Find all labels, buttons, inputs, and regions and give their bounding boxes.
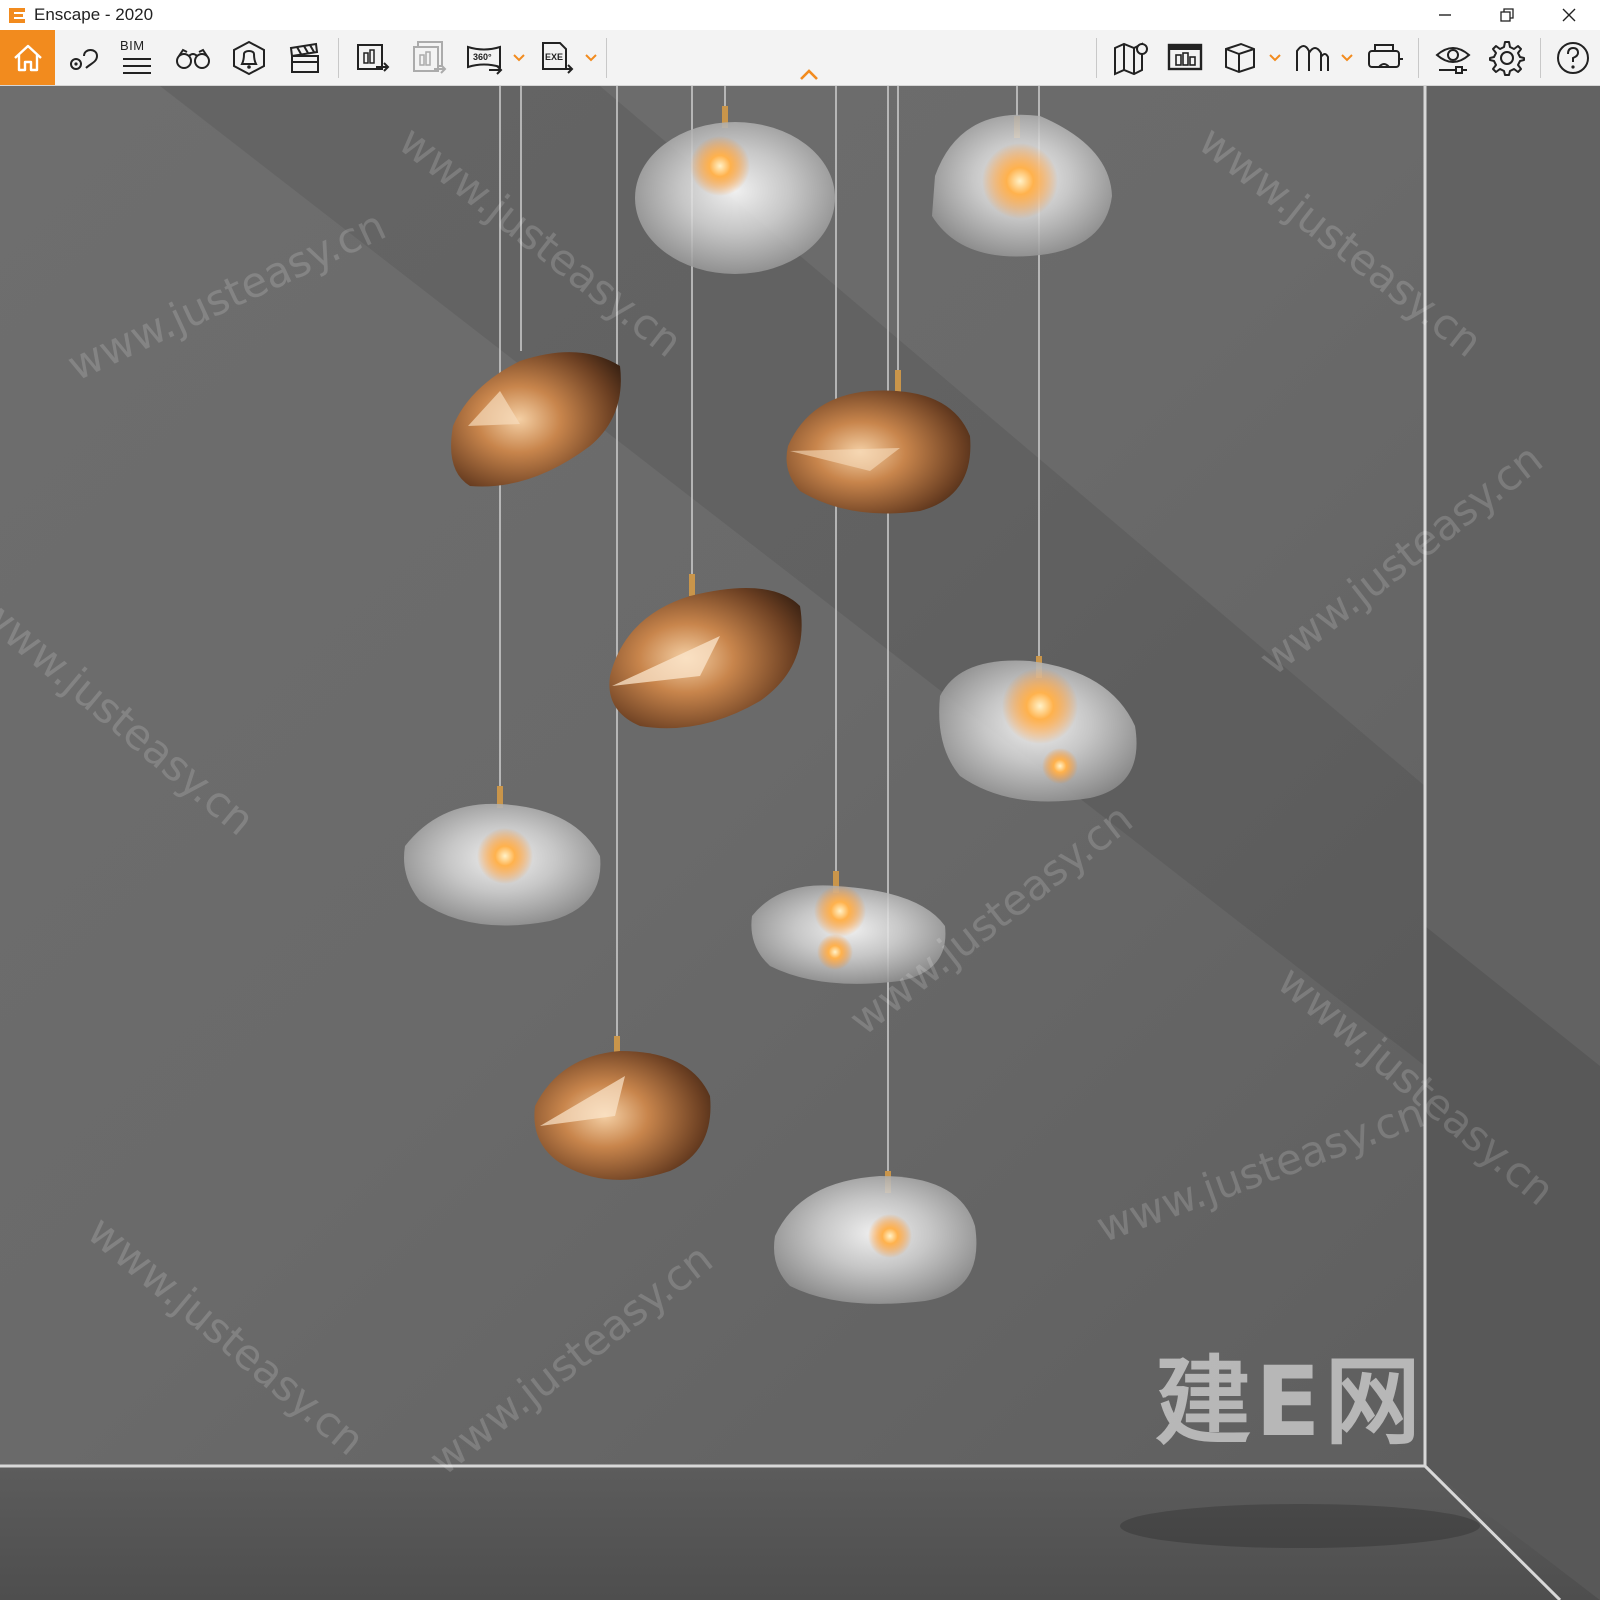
toolbar-separator — [1540, 38, 1541, 78]
window-controls — [1414, 0, 1600, 30]
chevron-down-icon — [1341, 53, 1353, 61]
batch-render-button[interactable] — [406, 30, 452, 85]
chevron-down-icon — [1269, 53, 1281, 61]
toolbar-separator — [1418, 38, 1419, 78]
location-pin-icon — [70, 48, 99, 70]
render-screenshot-button[interactable] — [350, 30, 396, 85]
toolbar-separator — [606, 38, 607, 78]
material-arches-icon — [1296, 44, 1329, 71]
restore-icon — [1500, 8, 1514, 22]
restore-button[interactable] — [1476, 0, 1538, 30]
eye-settings-icon — [1435, 46, 1471, 74]
binoculars-icon — [176, 48, 210, 69]
materials-button[interactable] — [1290, 30, 1334, 85]
cube-icon — [1225, 42, 1255, 73]
walk-mode-button[interactable] — [170, 30, 216, 85]
toolbar-separator — [338, 38, 339, 78]
home-button[interactable] — [0, 30, 55, 85]
minimize-button[interactable] — [1414, 0, 1476, 30]
video-editor-button[interactable] — [282, 30, 328, 85]
chevron-down-icon — [513, 53, 525, 61]
title-bar: Enscape - 2020 — [0, 0, 1600, 30]
map-icon — [1114, 41, 1148, 76]
visual-settings-button[interactable] — [1430, 30, 1476, 85]
panorama-label: 360° — [473, 52, 492, 62]
export-exe-dropdown[interactable] — [584, 30, 598, 85]
collapse-toolbar-caret-icon[interactable] — [798, 68, 820, 82]
gear-icon — [1489, 40, 1525, 76]
close-button[interactable] — [1538, 0, 1600, 30]
vr-headset-button[interactable] — [1362, 30, 1408, 85]
bell-icon — [233, 40, 265, 75]
help-icon — [1557, 41, 1589, 74]
toolbar-separator — [1096, 38, 1097, 78]
view-mode-button[interactable] — [1218, 30, 1262, 85]
close-icon — [1562, 8, 1576, 22]
chevron-down-icon — [585, 53, 597, 61]
views-button[interactable] — [62, 30, 106, 85]
batch-render-icon — [413, 40, 447, 74]
panorama-360-icon: 360° — [467, 45, 503, 75]
bim-label: BIM — [120, 38, 145, 53]
atmosphere-button[interactable] — [226, 30, 272, 85]
panorama-dropdown[interactable] — [512, 30, 526, 85]
enscape-logo-icon — [9, 8, 25, 23]
vr-headset-icon — [1368, 43, 1403, 68]
window-title: Enscape - 2020 — [34, 5, 154, 24]
toolbar: BIM 360° EXE — [0, 30, 1600, 86]
export-exe-button[interactable]: EXE — [534, 30, 580, 85]
asset-library-icon — [1167, 43, 1203, 70]
view-mode-dropdown[interactable] — [1268, 30, 1282, 85]
export-exe-label: EXE — [545, 52, 563, 62]
asset-library-button[interactable] — [1162, 30, 1208, 85]
watermark-logo: 建E网 — [1155, 1346, 1425, 1458]
minimize-icon — [1439, 14, 1451, 16]
home-icon — [13, 44, 42, 71]
panorama-button[interactable]: 360° — [462, 30, 508, 85]
map-button[interactable] — [1108, 30, 1154, 85]
settings-button[interactable] — [1484, 30, 1530, 85]
render-export-icon — [357, 43, 390, 72]
help-button[interactable] — [1550, 30, 1596, 85]
render-viewport[interactable]: www.justeasy.cn www.justeasy.cn www.just… — [0, 86, 1600, 1600]
materials-dropdown[interactable] — [1340, 30, 1354, 85]
clapperboard-icon — [289, 42, 319, 73]
export-exe-icon: EXE — [542, 41, 574, 74]
